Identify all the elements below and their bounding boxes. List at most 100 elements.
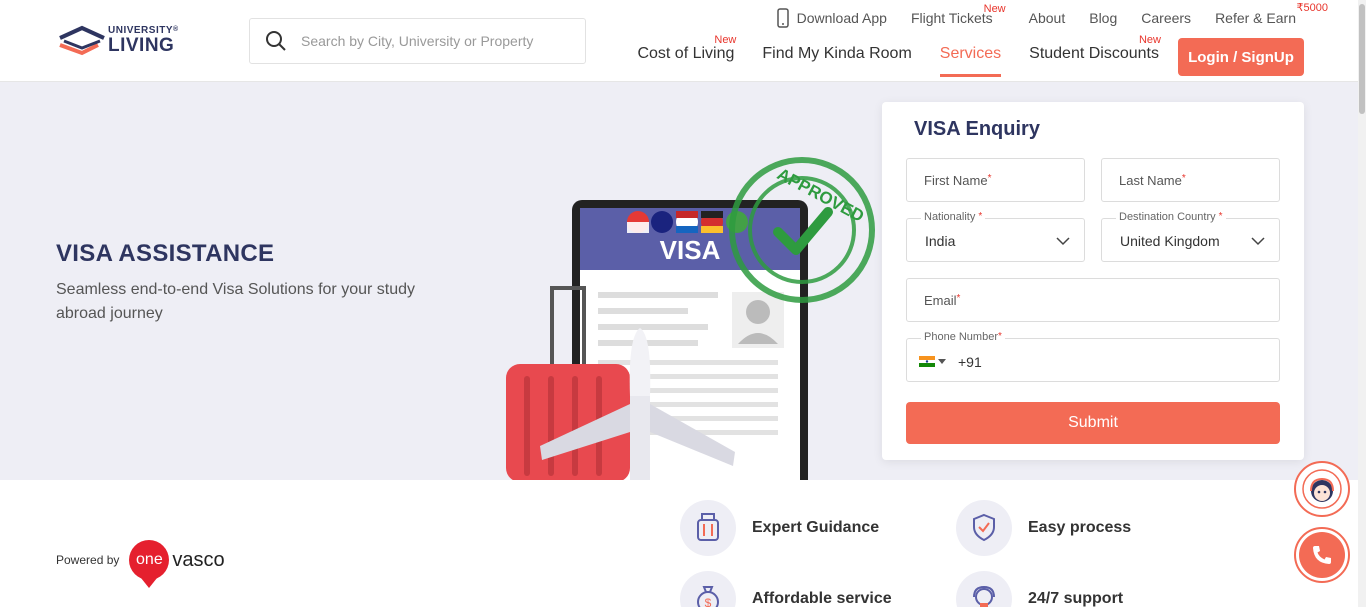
logo-wordmark: UNIVERSITY® LIVING [108, 24, 179, 56]
phone-label-text: Phone Number [924, 331, 998, 343]
call-button-inner [1299, 532, 1345, 578]
about-link[interactable]: About [1029, 10, 1066, 26]
scrollbar-thumb[interactable] [1359, 4, 1365, 114]
blog-label: Blog [1089, 10, 1118, 26]
chatbot-button[interactable] [1294, 461, 1350, 517]
nationality-select[interactable]: Nationality * India [906, 211, 1085, 262]
blog-link[interactable]: Blog [1089, 10, 1117, 26]
required-mark: * [1218, 211, 1223, 222]
search-input[interactable]: Search by City, University or Property [249, 18, 586, 64]
required-mark: * [956, 293, 961, 304]
refer-earn-link[interactable]: Refer & Earn ₹5000 [1215, 2, 1328, 26]
form-title: VISA Enquiry [914, 118, 1040, 140]
careers-link[interactable]: Careers [1141, 10, 1191, 26]
search-placeholder: Search by City, University or Property [301, 33, 534, 49]
search-icon [266, 31, 286, 51]
new-badge: New [714, 34, 737, 46]
nav-services-label: Services [939, 45, 1002, 62]
hero-subtitle: Seamless end-to-end Visa Solutions for y… [56, 281, 416, 322]
nav-cost-of-living-label: Cost of Living [637, 45, 735, 62]
phone-label: Phone Number* [921, 331, 1005, 343]
logo-registered: ® [173, 25, 179, 33]
visa-enquiry-form: VISA Enquiry First Name* Last Name* Nati… [882, 102, 1304, 460]
download-app-label: Download App [796, 10, 887, 26]
email-text: Email [924, 293, 957, 308]
powered-by: Powered by one vasco [56, 540, 225, 588]
new-badge: New [1138, 34, 1161, 46]
feature-label: Affordable service [752, 590, 892, 607]
support-agent-icon [956, 571, 1012, 607]
nav-cost-of-living[interactable]: Cost of Living New [637, 34, 736, 77]
site-header: UNIVERSITY® LIVING Search by City, Unive… [0, 0, 1358, 82]
svg-text:$: $ [705, 596, 712, 607]
logo-mark-icon [58, 22, 106, 58]
phone-call-icon [1313, 546, 1331, 564]
feature-label: Easy process [1028, 519, 1132, 536]
feature-label: Expert Guidance [752, 519, 880, 536]
chatbot-icon [1302, 469, 1342, 509]
hero-title: VISA ASSISTANCE [56, 240, 275, 267]
luggage-icon [680, 500, 736, 556]
nationality-label: Nationality * [921, 211, 986, 223]
feature-label: 24/7 support [1028, 590, 1124, 607]
onevasco-logo-badge: one [129, 540, 170, 588]
chevron-down-icon [1056, 237, 1070, 246]
top-links: Download App Flight Tickets New About Bl… [753, 2, 1328, 28]
nav-find-my-kinda-room[interactable]: Find My Kinda Room [762, 45, 911, 77]
destination-country-select[interactable]: Destination Country * United Kingdom [1101, 211, 1280, 262]
login-signup-button[interactable]: Login / SignUp [1178, 38, 1304, 76]
email-placeholder: Email* [924, 293, 960, 308]
nav-find-room-label: Find My Kinda Room [762, 45, 912, 62]
destination-label: Destination Country * [1116, 211, 1226, 223]
feature-24-7-support: 24/7 support [956, 571, 1123, 607]
onevasco-wordmark: vasco [172, 548, 225, 571]
feature-affordable-service: $ Affordable service [680, 571, 892, 607]
dial-code: +91 [958, 354, 982, 370]
submit-button[interactable]: Submit [906, 402, 1280, 444]
new-badge: New [983, 3, 1006, 15]
caret-down-icon [938, 358, 946, 364]
first-name-field[interactable]: First Name* [906, 158, 1085, 202]
nav-services[interactable]: Services [939, 45, 1002, 77]
required-mark: * [998, 331, 1002, 342]
page-scrollbar[interactable] [1358, 0, 1366, 607]
money-bag-icon: $ [680, 571, 736, 607]
email-field[interactable]: Email* [906, 278, 1280, 322]
first-name-placeholder: First Name* [924, 173, 991, 188]
logo-line1: UNIVERSITY [108, 24, 174, 36]
first-name-text: First Name [924, 173, 988, 188]
required-mark: * [987, 173, 992, 184]
nationality-value: India [925, 233, 956, 249]
country-code-selector[interactable] [919, 356, 946, 367]
required-mark: * [978, 211, 983, 222]
nav-student-discounts-label: Student Discounts [1029, 45, 1159, 62]
chevron-down-icon [1251, 237, 1265, 246]
logo-line2: LIVING [108, 34, 175, 56]
visa-card-title: VISA [660, 235, 721, 265]
about-label: About [1028, 10, 1066, 26]
last-name-field[interactable]: Last Name* [1101, 158, 1280, 202]
feature-expert-guidance: Expert Guidance [680, 500, 879, 556]
powered-by-label: Powered by [56, 553, 120, 567]
last-name-text: Last Name [1119, 173, 1182, 188]
flight-tickets-label: Flight Tickets [910, 10, 993, 26]
phone-field[interactable]: Phone Number* +91 [906, 331, 1280, 382]
download-app-link[interactable]: Download App [776, 8, 887, 28]
reward-badge: ₹5000 [1296, 2, 1328, 14]
call-button[interactable] [1294, 527, 1350, 583]
flight-tickets-link[interactable]: Flight Tickets New [910, 3, 1006, 26]
destination-label-text: Destination Country [1119, 211, 1216, 223]
nav-student-discounts[interactable]: Student Discounts New [1029, 34, 1161, 77]
nationality-label-text: Nationality [924, 211, 976, 223]
last-name-placeholder: Last Name* [1119, 173, 1186, 188]
india-flag-icon [919, 356, 935, 367]
shield-hands-icon [956, 500, 1012, 556]
visa-illustration: VISA APPROVED [490, 146, 890, 490]
refer-earn-label: Refer & Earn [1215, 10, 1296, 26]
destination-value: United Kingdom [1120, 233, 1220, 249]
required-mark: * [1181, 173, 1186, 184]
brand-logo[interactable]: UNIVERSITY® LIVING [58, 22, 179, 58]
phone-icon [776, 8, 789, 28]
feature-easy-process: Easy process [956, 500, 1131, 556]
careers-label: Careers [1141, 10, 1192, 26]
